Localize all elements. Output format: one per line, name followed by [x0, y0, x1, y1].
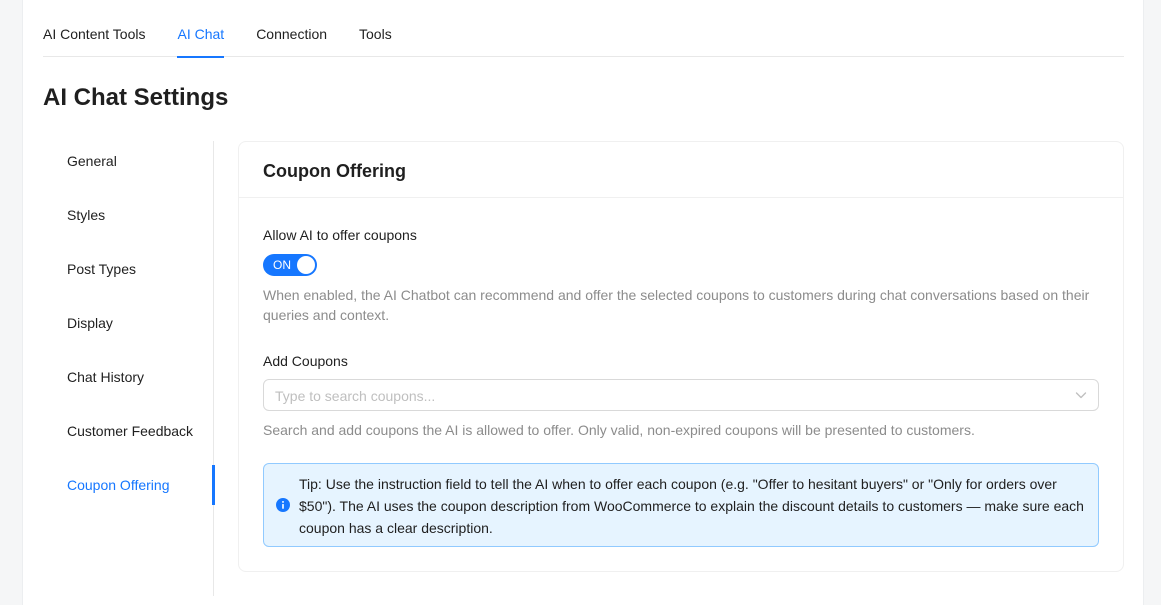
settings-sidebar: General Styles Post Types Display Chat H… — [43, 141, 215, 596]
sidebar-item-customer-feedback[interactable]: Customer Feedback — [43, 411, 213, 451]
tab-tools[interactable]: Tools — [359, 0, 392, 57]
tip-text: Tip: Use the instruction field to tell t… — [299, 476, 1084, 536]
sidebar-item-general[interactable]: General — [43, 141, 213, 181]
allow-coupons-help: When enabled, the AI Chatbot can recomme… — [263, 287, 1090, 323]
allow-coupons-toggle[interactable]: ON — [263, 254, 317, 276]
chevron-down-icon — [1075, 392, 1087, 399]
toggle-state-text: ON — [273, 258, 291, 272]
page-title: AI Chat Settings — [43, 84, 229, 111]
sidebar-item-post-types[interactable]: Post Types — [43, 249, 213, 289]
coupon-search-placeholder: Type to search coupons... — [275, 388, 436, 404]
sidebar-item-coupon-offering[interactable]: Coupon Offering — [43, 465, 215, 505]
card-title: Coupon Offering — [239, 142, 1123, 198]
allow-coupons-label: Allow AI to offer coupons — [263, 227, 417, 243]
toggle-knob — [297, 256, 315, 274]
sidebar-item-styles[interactable]: Styles — [43, 195, 213, 235]
tab-ai-chat[interactable]: AI Chat — [177, 0, 224, 58]
sidebar-item-chat-history[interactable]: Chat History — [43, 357, 213, 397]
sidebar-item-display[interactable]: Display — [43, 303, 213, 343]
tab-ai-content-tools[interactable]: AI Content Tools — [43, 0, 145, 57]
coupon-search-select[interactable]: Type to search coupons... — [263, 379, 1099, 411]
top-navigation: AI Content Tools AI Chat Connection Tool… — [43, 0, 1124, 58]
info-icon — [276, 498, 290, 512]
tab-connection[interactable]: Connection — [256, 0, 327, 57]
settings-page: AI Content Tools AI Chat Connection Tool… — [22, 0, 1144, 605]
add-coupons-label: Add Coupons — [263, 353, 348, 369]
coupon-offering-card: Coupon Offering Allow AI to offer coupon… — [238, 141, 1124, 572]
tip-alert: Tip: Use the instruction field to tell t… — [263, 463, 1099, 547]
add-coupons-help: Search and add coupons the AI is allowed… — [263, 422, 975, 438]
